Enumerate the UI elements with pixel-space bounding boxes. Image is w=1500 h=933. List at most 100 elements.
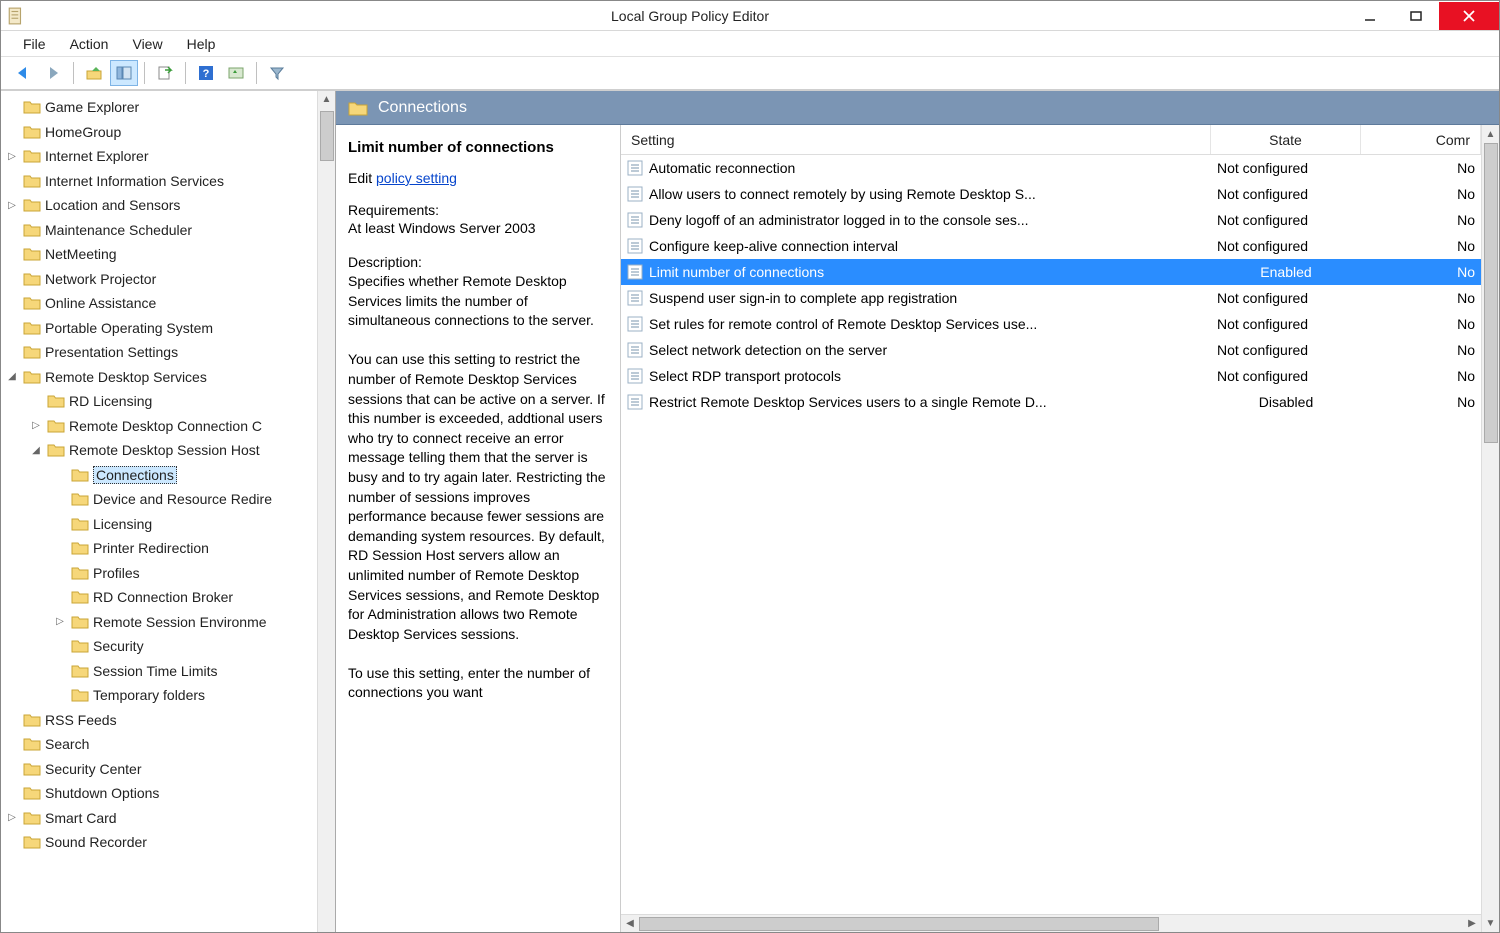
tree-item[interactable]: Maintenance Scheduler <box>1 218 317 243</box>
list-row[interactable]: Set rules for remote control of Remote D… <box>621 311 1481 337</box>
tree-item[interactable]: Presentation Settings <box>1 340 317 365</box>
setting-label: Restrict Remote Desktop Services users t… <box>649 394 1047 410</box>
list-row[interactable]: Allow users to connect remotely by using… <box>621 181 1481 207</box>
list-row[interactable]: Configure keep-alive connection interval… <box>621 233 1481 259</box>
vscroll-thumb[interactable] <box>1484 143 1498 443</box>
tree-item[interactable]: RD Licensing <box>1 389 317 414</box>
tree-item[interactable]: ▷Smart Card <box>1 806 317 831</box>
col-setting[interactable]: Setting <box>621 125 1211 154</box>
folder-icon <box>23 321 41 335</box>
tree-item[interactable]: NetMeeting <box>1 242 317 267</box>
menu-view[interactable]: View <box>120 33 174 55</box>
tree-item[interactable]: HomeGroup <box>1 120 317 145</box>
list-hscrollbar[interactable]: ◀ ▶ <box>621 914 1481 932</box>
tree-item-label: Portable Operating System <box>45 320 213 336</box>
list-row[interactable]: Select RDP transport protocolsNot config… <box>621 363 1481 389</box>
cell-setting: Allow users to connect remotely by using… <box>621 186 1211 202</box>
maximize-button[interactable] <box>1393 2 1439 30</box>
tree-item[interactable]: ▷Remote Desktop Connection C <box>1 414 317 439</box>
tree-item-label: Temporary folders <box>93 687 205 703</box>
list-rows[interactable]: Automatic reconnectionNot configuredNo Al… <box>621 155 1481 914</box>
show-hide-tree-button[interactable] <box>110 60 138 86</box>
tree-item[interactable]: Online Assistance <box>1 291 317 316</box>
tree-item[interactable]: Session Time Limits <box>1 659 317 684</box>
cell-setting: Limit number of connections <box>621 264 1211 280</box>
col-comment[interactable]: Comr <box>1361 125 1481 154</box>
tree-item[interactable]: ◢Remote Desktop Services <box>1 365 317 390</box>
tree-item[interactable]: Printer Redirection <box>1 536 317 561</box>
menu-action[interactable]: Action <box>58 33 121 55</box>
list-vscrollbar[interactable]: ▲ ▼ <box>1481 125 1499 932</box>
cell-comment: No <box>1361 394 1481 410</box>
menu-help[interactable]: Help <box>175 33 228 55</box>
tree-item-label: Search <box>45 736 89 752</box>
edit-policy-link[interactable]: policy setting <box>376 170 457 186</box>
cell-state: Not configured <box>1211 368 1361 384</box>
list-row[interactable]: Restrict Remote Desktop Services users t… <box>621 389 1481 415</box>
tree-item[interactable]: ▷Location and Sensors <box>1 193 317 218</box>
tree-item[interactable]: Sound Recorder <box>1 830 317 855</box>
tree-item-label: Maintenance Scheduler <box>45 222 192 238</box>
tree-item[interactable]: Device and Resource Redire <box>1 487 317 512</box>
tree-item[interactable]: Game Explorer <box>1 95 317 120</box>
scroll-down-icon[interactable]: ▼ <box>1482 914 1499 932</box>
tree-item[interactable]: Licensing <box>1 512 317 537</box>
cell-state: Not configured <box>1211 238 1361 254</box>
list-row[interactable]: Limit number of connectionsEnabledNo <box>621 259 1481 285</box>
tree-item[interactable]: Shutdown Options <box>1 781 317 806</box>
expand-icon[interactable]: ▷ <box>5 151 19 162</box>
expand-icon[interactable]: ▷ <box>53 616 67 627</box>
col-state[interactable]: State <box>1211 125 1361 154</box>
hscroll-thumb[interactable] <box>639 917 1159 931</box>
cell-comment: No <box>1361 316 1481 332</box>
expand-icon[interactable]: ▷ <box>5 200 19 211</box>
back-button[interactable] <box>9 60 37 86</box>
up-button[interactable] <box>80 60 108 86</box>
filter-button[interactable] <box>263 60 291 86</box>
tree-item[interactable]: Security Center <box>1 757 317 782</box>
forward-button[interactable] <box>39 60 67 86</box>
tree-item[interactable]: RSS Feeds <box>1 708 317 733</box>
tree-item[interactable]: Portable Operating System <box>1 316 317 341</box>
tree-item[interactable]: Profiles <box>1 561 317 586</box>
folder-icon <box>71 566 89 580</box>
tree-item[interactable]: RD Connection Broker <box>1 585 317 610</box>
folder-icon <box>23 370 41 384</box>
properties-button[interactable] <box>222 60 250 86</box>
tree-item[interactable]: Security <box>1 634 317 659</box>
collapse-icon[interactable]: ◢ <box>5 371 19 382</box>
list-row[interactable]: Suspend user sign-in to complete app reg… <box>621 285 1481 311</box>
tree-item[interactable]: Network Projector <box>1 267 317 292</box>
tree-item-label: Network Projector <box>45 271 156 287</box>
expand-icon[interactable]: ▷ <box>29 420 43 431</box>
tree-item[interactable]: ◢Remote Desktop Session Host <box>1 438 317 463</box>
tree-item[interactable]: ▷Internet Explorer <box>1 144 317 169</box>
export-button[interactable] <box>151 60 179 86</box>
tree-scroll-thumb[interactable] <box>320 111 334 161</box>
window-controls <box>1347 2 1499 30</box>
list-row[interactable]: Select network detection on the serverNo… <box>621 337 1481 363</box>
help-button[interactable]: ? <box>192 60 220 86</box>
scroll-up-icon[interactable]: ▲ <box>322 91 332 107</box>
expand-icon[interactable]: ▷ <box>5 812 19 823</box>
tree-scrollbar[interactable]: ▲ <box>317 91 335 932</box>
minimize-button[interactable] <box>1347 2 1393 30</box>
scroll-up-icon[interactable]: ▲ <box>1482 125 1499 143</box>
tree-item[interactable]: Internet Information Services <box>1 169 317 194</box>
folder-icon <box>71 517 89 531</box>
tree-item[interactable]: ▷Remote Session Environme <box>1 610 317 635</box>
menu-file[interactable]: File <box>11 33 58 55</box>
tree-view[interactable]: Game ExplorerHomeGroup▷Internet Explorer… <box>1 91 317 932</box>
tree-item[interactable]: Search <box>1 732 317 757</box>
list-row[interactable]: Deny logoff of an administrator logged i… <box>621 207 1481 233</box>
scroll-right-icon[interactable]: ▶ <box>1463 918 1481 929</box>
tree-item[interactable]: Connections <box>1 463 317 488</box>
folder-icon <box>23 198 41 212</box>
scroll-left-icon[interactable]: ◀ <box>621 918 639 929</box>
close-button[interactable] <box>1439 2 1499 30</box>
list-row[interactable]: Automatic reconnectionNot configuredNo <box>621 155 1481 181</box>
description-paragraph: You can use this setting to restrict the… <box>348 350 610 644</box>
tree-item[interactable]: Temporary folders <box>1 683 317 708</box>
folder-icon <box>71 590 89 604</box>
collapse-icon[interactable]: ◢ <box>29 445 43 456</box>
